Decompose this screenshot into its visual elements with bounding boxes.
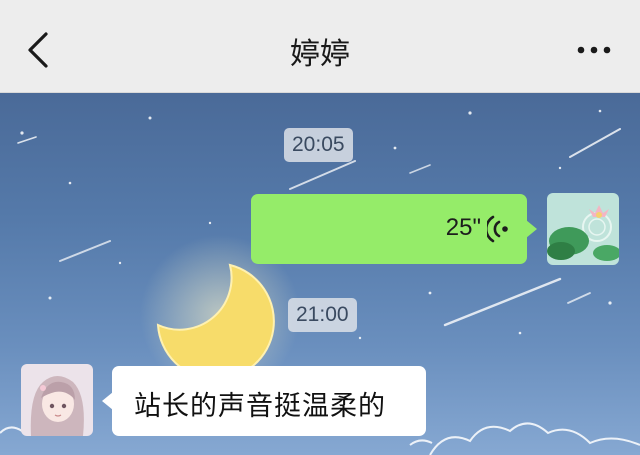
chat-header: 婷婷 bbox=[0, 0, 640, 93]
timestamp-1: 20:05 bbox=[284, 128, 353, 162]
message-text: 站长的声音挺温柔的 bbox=[134, 391, 386, 422]
voice-duration: 25" bbox=[445, 214, 481, 241]
chat-title: 婷婷 bbox=[290, 37, 350, 72]
anime-girl-image bbox=[21, 364, 93, 436]
my-avatar[interactable] bbox=[547, 193, 619, 265]
voice-wave-icon bbox=[487, 215, 508, 243]
lotus-pond-image bbox=[547, 193, 619, 265]
chat-area[interactable]: 20:05 25" 21:00 站长的声音挺温柔的 bbox=[0, 93, 640, 455]
contact-avatar[interactable] bbox=[21, 364, 93, 436]
more-dots-icon[interactable] bbox=[576, 40, 612, 60]
text-message-bubble[interactable]: 站长的声音挺温柔的 bbox=[102, 366, 426, 436]
voice-message-bubble[interactable]: 25" bbox=[251, 194, 537, 264]
timestamp-2: 21:00 bbox=[288, 298, 357, 332]
